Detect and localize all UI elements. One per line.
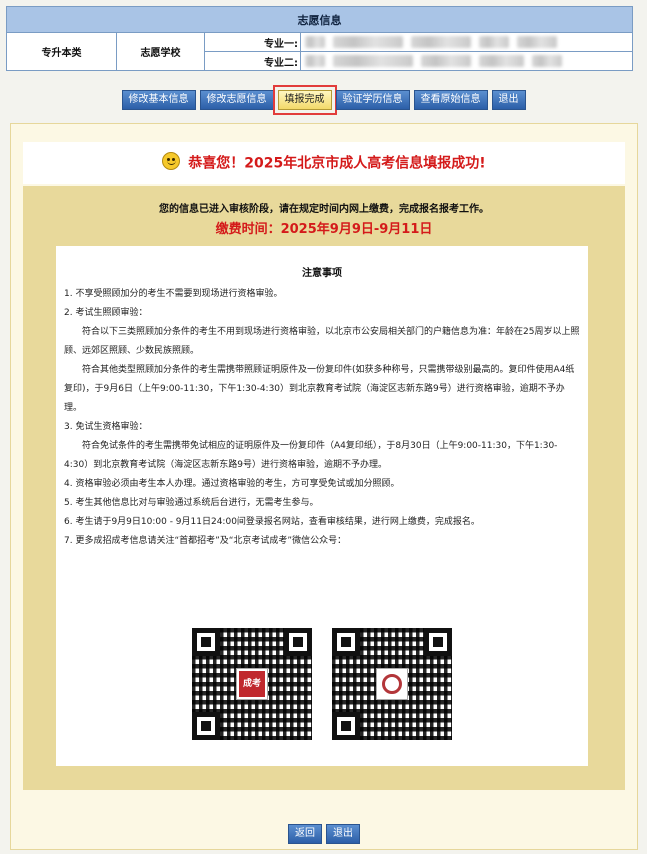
qr-code-row: 成考 xyxy=(56,628,588,740)
edit-choice-info-button[interactable]: 修改志愿信息 xyxy=(199,90,274,110)
success-panel: 恭喜您！2025年北京市成人高考信息填报成功! 您的信息已进入审核阶段，请在规定… xyxy=(10,123,638,850)
note-line: 符合以下三类照顾加分条件的考生不用到现场进行资格审验，以北京市公安局相关部门的户… xyxy=(64,327,580,356)
notes-title: 注意事项 xyxy=(302,268,342,279)
success-banner: 恭喜您！2025年北京市成人高考信息填报成功! xyxy=(23,142,625,184)
note-line: 1. 不享受照顾加分的考生不需要到现场进行资格审验。 xyxy=(64,289,283,299)
fee-time: 缴费时间：2025年9月9日-9月11日 xyxy=(215,222,433,237)
footer-buttons: 返回 退出 xyxy=(11,824,637,844)
review-notice: 您的信息已进入审核阶段，请在规定时间内网上缴费，完成报名报考工作。 xyxy=(159,204,489,215)
note-line: 符合其他类型照顾加分条件的考生需携带照顾证明原件及一份复印件(如获多种称号，只需… xyxy=(64,365,575,413)
qr-code-icon: 成考 xyxy=(192,628,312,740)
major1-label: 专业一: xyxy=(204,32,301,52)
back-button[interactable]: 返回 xyxy=(288,824,322,844)
note-line: 6. 考生请于9月9日10:00 - 9月11日24:00间登录报名网站，查看审… xyxy=(64,517,480,527)
notice-area: 您的信息已进入审核阶段，请在规定时间内网上缴费，完成报名报考工作。 缴费时间：2… xyxy=(23,186,625,790)
info-table: 志愿信息 专升本类 志愿学校 专业一: 专业二: xyxy=(6,6,633,71)
footer-exit-button[interactable]: 退出 xyxy=(326,824,360,844)
edit-basic-info-button[interactable]: 修改基本信息 xyxy=(121,90,196,110)
exam-center-logo xyxy=(382,674,402,694)
level-cell: 专升本类 xyxy=(6,32,117,71)
qr-code-icon xyxy=(332,628,452,740)
note-line: 7. 更多成招成考信息请关注“首都招考”及“北京考试成考”微信公众号： xyxy=(64,536,347,546)
note-line: 5. 考生其他信息比对与审验通过系统后台进行，无需考生参与。 xyxy=(64,498,319,508)
school-label-cell: 志愿学校 xyxy=(116,32,205,71)
view-original-info-button[interactable]: 查看原始信息 xyxy=(413,90,488,110)
note-line: 符合免试条件的考生需携带免试相应的证明原件及一份复印件（A4复印纸），于8月30… xyxy=(64,441,558,470)
note-line: 2. 考试生照顾审验： xyxy=(64,308,148,318)
chengkao-logo: 成考 xyxy=(239,671,265,697)
info-title: 志愿信息 xyxy=(6,6,633,33)
major2-value xyxy=(300,51,633,71)
smile-icon xyxy=(162,152,181,170)
note-line: 4. 资格审验必须由考生本人办理。通过资格审验的考生，方可享受免试或加分照顾。 xyxy=(64,479,400,489)
notes-box: 注意事项 1. 不享受照顾加分的考生不需要到现场进行资格审验。 2. 考试生照顾… xyxy=(56,246,588,766)
verify-education-button[interactable]: 验证学历信息 xyxy=(335,90,410,110)
submit-complete-button[interactable]: 填报完成 xyxy=(272,85,337,115)
major1-value xyxy=(300,32,633,52)
toolbar-exit-button[interactable]: 退出 xyxy=(491,90,526,110)
major2-label: 专业二: xyxy=(204,51,301,71)
success-headline: 恭喜您！2025年北京市成人高考信息填报成功! xyxy=(188,155,486,172)
toolbar: 修改基本信息 修改志愿信息 填报完成 验证学历信息 查看原始信息 退出 xyxy=(0,85,647,115)
note-line: 3. 免试生资格审验： xyxy=(64,422,148,432)
